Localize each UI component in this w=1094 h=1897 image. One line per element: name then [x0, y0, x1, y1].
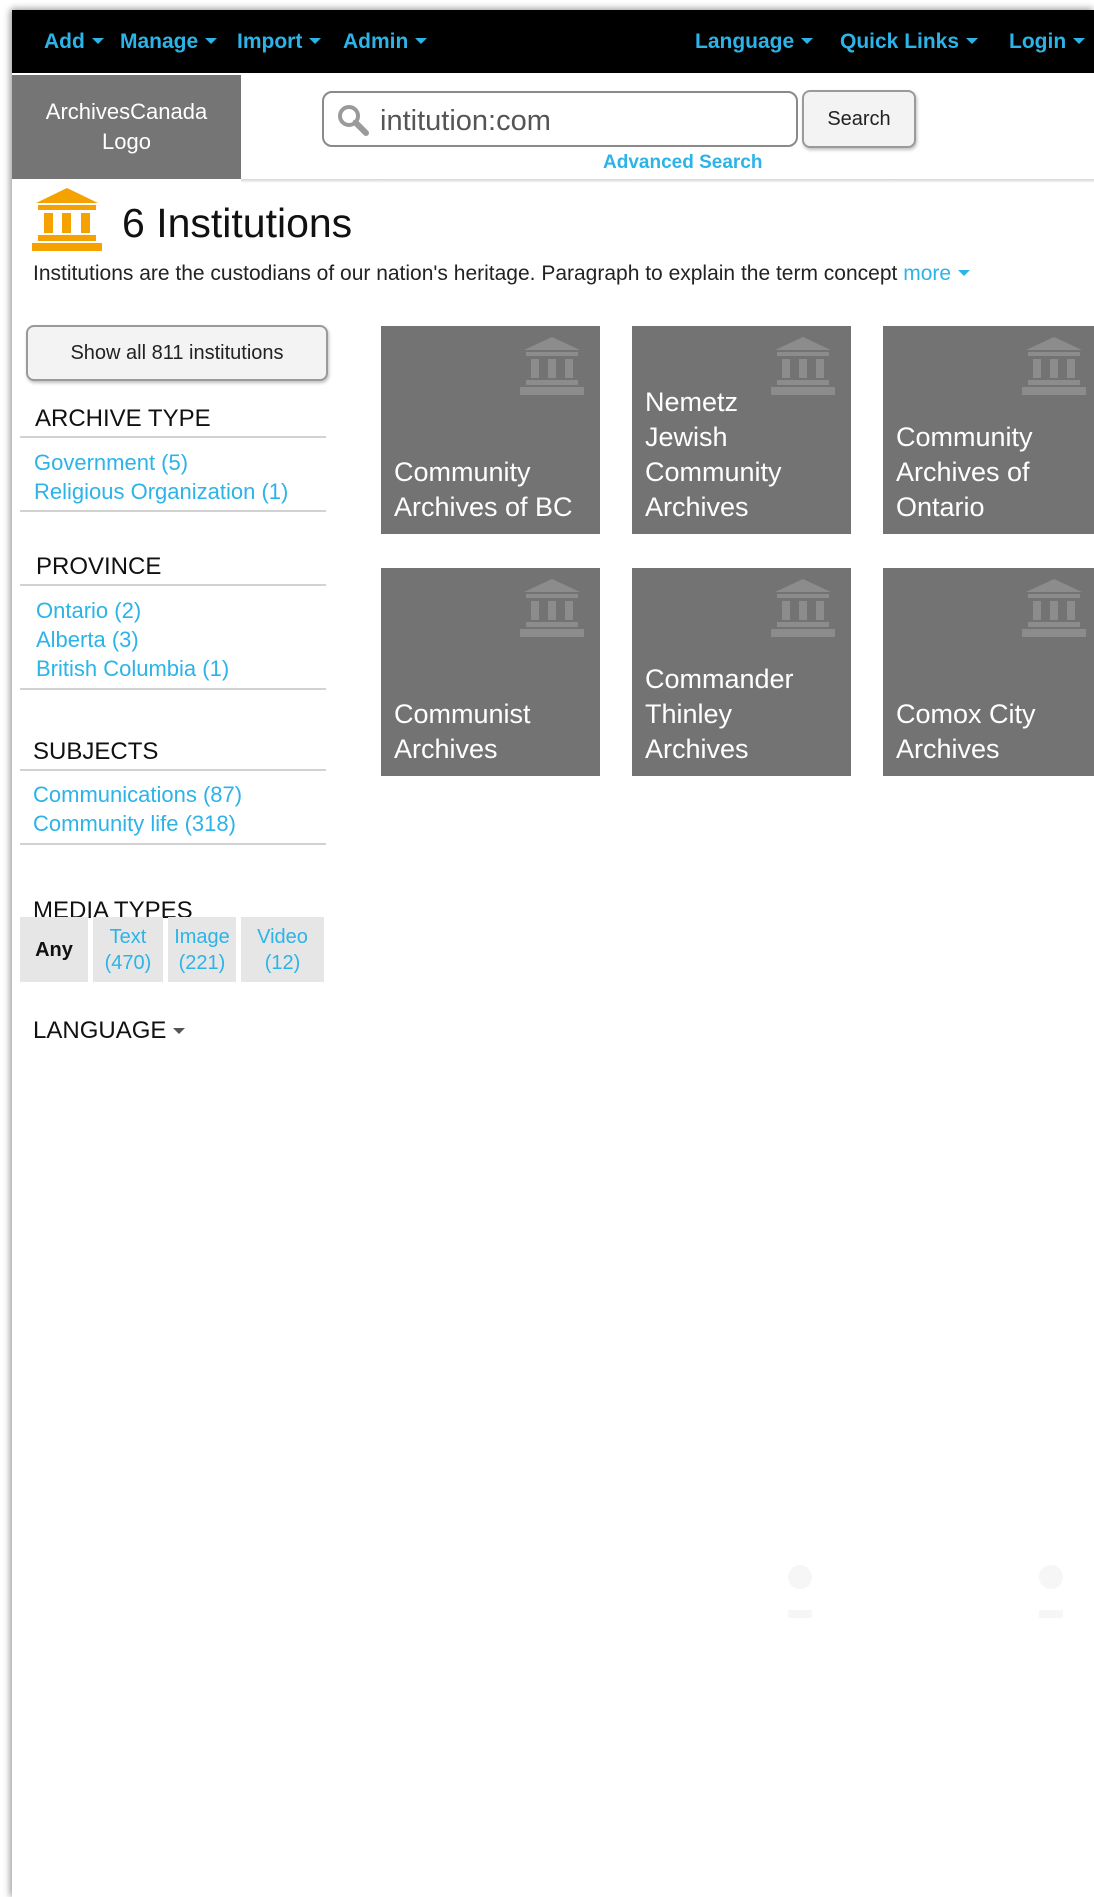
top-nav: Add Manage Import Admin Language Quick L… [12, 10, 1094, 73]
divider [20, 843, 326, 845]
divider [20, 688, 326, 690]
nav-import[interactable]: Import [237, 30, 322, 54]
faint-marker-icon [788, 1565, 812, 1618]
media-any-label: Any [35, 938, 73, 961]
facet-communications[interactable]: Communications (87) [33, 782, 242, 808]
tile-label: Communist Archives [394, 699, 531, 764]
logo-line-1: ArchivesCanada [45, 99, 208, 124]
tile-label: Comox City Archives [896, 699, 1036, 764]
advanced-search-link[interactable]: Advanced Search [603, 152, 762, 174]
divider [20, 584, 326, 586]
search-input-value: intitution:com [380, 105, 551, 137]
institution-tile[interactable]: Communist Archives [381, 568, 600, 776]
media-text-button[interactable]: Text (470) [93, 917, 163, 982]
caret-down-icon [173, 1027, 186, 1034]
more-link[interactable]: more [903, 262, 971, 285]
institution-tile[interactable]: Comox City Archives [883, 568, 1094, 776]
search-input[interactable]: intitution:com [322, 91, 798, 147]
institution-icon [32, 188, 102, 251]
search-button[interactable]: Search [802, 90, 916, 148]
nav-add[interactable]: Add [44, 30, 104, 54]
institution-tile[interactable]: Nemetz Jewish Community Archives [632, 326, 851, 534]
facet-british-columbia[interactable]: British Columbia (1) [36, 656, 229, 682]
institution-tile[interactable]: Community Archives of Ontario [883, 326, 1094, 534]
divider [20, 769, 326, 771]
media-type-selector: Any Text (470) Image (221) Video (12) [20, 917, 324, 982]
logo-line-2: Logo [102, 129, 151, 154]
institution-icon [1022, 579, 1086, 637]
media-text-count: (470) [104, 951, 152, 974]
province-heading: PROVINCE [36, 553, 162, 580]
media-image-button[interactable]: Image (221) [168, 917, 236, 982]
divider [20, 510, 326, 512]
caret-down-icon [205, 38, 218, 45]
institution-icon [520, 579, 584, 637]
intro-text: Institutions are the custodians of our n… [33, 262, 904, 285]
media-video-label: Video [257, 925, 308, 948]
media-image-label: Image [174, 925, 230, 948]
nav-language[interactable]: Language [695, 30, 814, 54]
tile-label: Nemetz Jewish Community Archives [645, 387, 782, 522]
facet-community-life[interactable]: Community life (318) [33, 811, 236, 837]
divider [20, 436, 326, 438]
language-filter-toggle[interactable]: LANGUAGE [33, 1017, 186, 1045]
media-video-button[interactable]: Video (12) [241, 917, 324, 982]
caret-down-icon [415, 38, 428, 45]
institution-tile[interactable]: Commander Thinley Archives [632, 568, 851, 776]
caret-down-icon [91, 38, 104, 45]
media-any-button[interactable]: Any [20, 917, 88, 982]
nav-admin[interactable]: Admin [343, 30, 428, 54]
tile-label: Commander Thinley Archives [645, 664, 794, 764]
facet-religious-organization[interactable]: Religious Organization (1) [34, 479, 288, 505]
caret-down-icon [1073, 38, 1086, 45]
nav-login[interactable]: Login [1009, 30, 1086, 54]
tile-label: Community Archives of BC [394, 457, 573, 522]
media-text-label: Text [109, 925, 147, 948]
institution-icon [1022, 337, 1086, 395]
institution-tile[interactable]: Community Archives of BC [381, 326, 600, 534]
media-video-count: (12) [264, 951, 301, 974]
nav-quick-links[interactable]: Quick Links [840, 30, 979, 54]
nav-manage[interactable]: Manage [120, 30, 218, 54]
intro-paragraph: Institutions are the custodians of our n… [33, 262, 971, 286]
facet-alberta[interactable]: Alberta (3) [36, 627, 139, 653]
archive-type-heading: ARCHIVE TYPE [35, 405, 211, 432]
header-shadow [241, 179, 1094, 183]
page-frame: Add Manage Import Admin Language Quick L… [12, 10, 1094, 1897]
institution-icon [771, 579, 835, 637]
site-logo[interactable]: ArchivesCanada Logo [12, 75, 241, 179]
facet-ontario[interactable]: Ontario (2) [36, 598, 141, 624]
faint-marker-icon [1039, 1565, 1063, 1618]
institution-icon [520, 337, 584, 395]
subjects-heading: SUBJECTS [33, 738, 159, 765]
page-title: 6 Institutions [122, 200, 353, 246]
media-image-count: (221) [178, 951, 226, 974]
search-icon [338, 105, 369, 136]
tile-label: Community Archives of Ontario [896, 422, 1033, 522]
show-all-button[interactable]: Show all 811 institutions [26, 325, 328, 381]
caret-down-icon [966, 38, 979, 45]
caret-down-icon [958, 270, 971, 277]
caret-down-icon [309, 38, 322, 45]
facet-government[interactable]: Government (5) [34, 450, 188, 476]
caret-down-icon [801, 38, 814, 45]
